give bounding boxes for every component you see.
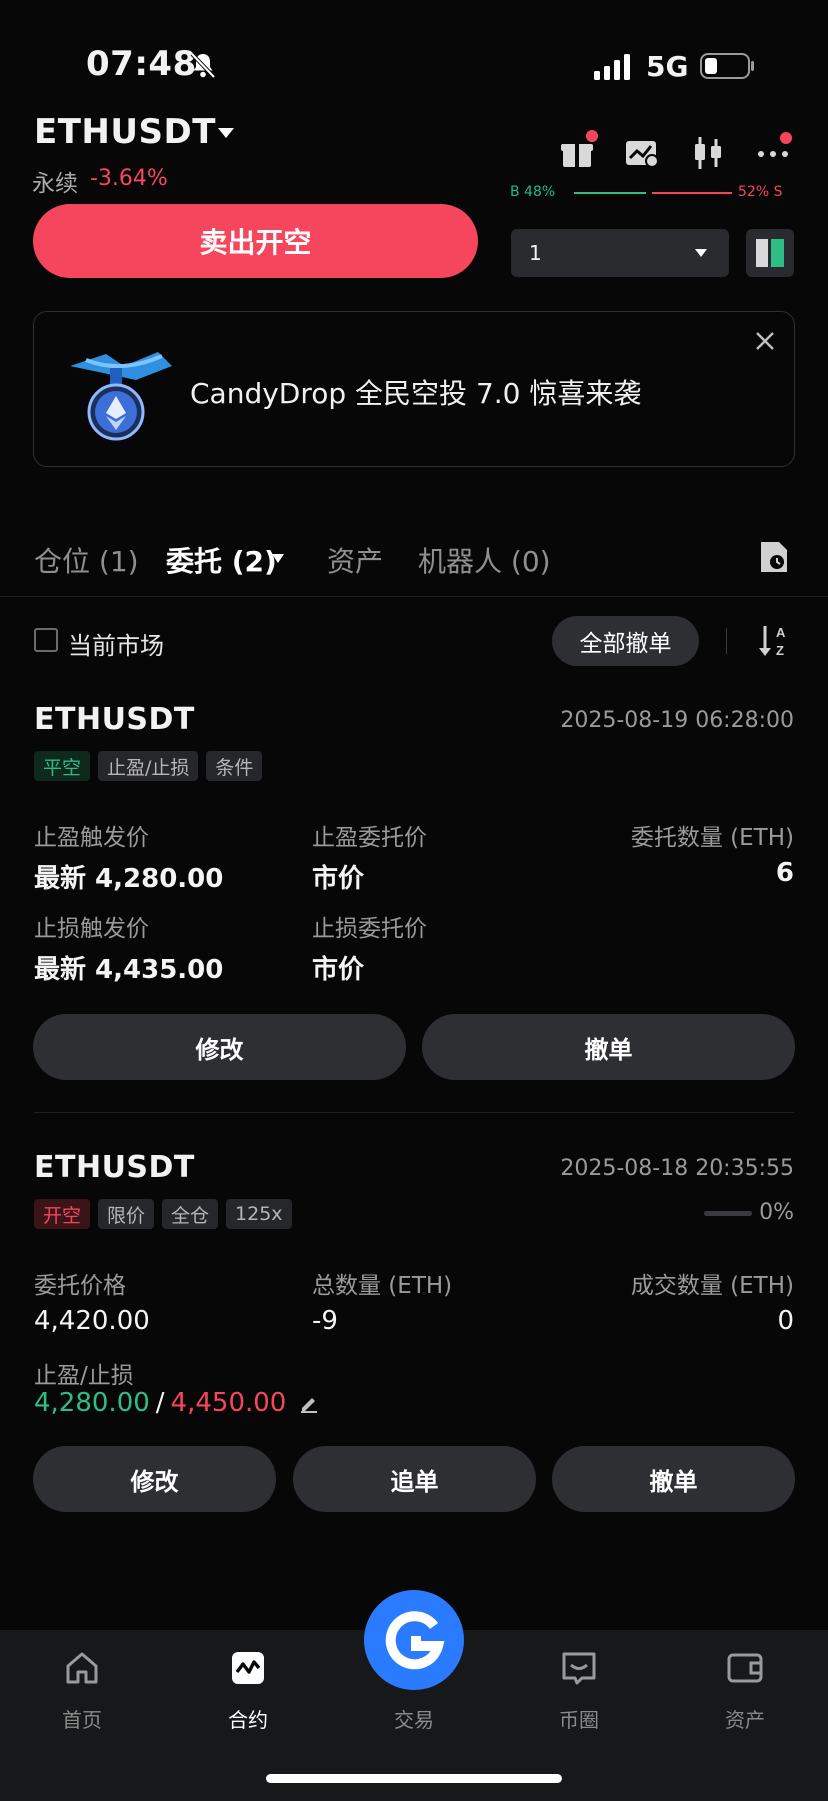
nav-home[interactable]: 首页 (22, 1648, 142, 1733)
modify-button[interactable]: 修改 (33, 1446, 276, 1512)
tpsl-separator: / (155, 1388, 165, 1418)
tag-close-short: 平空 (34, 751, 91, 781)
tag-leverage: 125x (226, 1199, 292, 1229)
sell-ratio-bar (652, 192, 732, 194)
tab-orders[interactable]: 委托 (2) (166, 540, 277, 580)
tp-trigger-label: 止盈触发价 (34, 825, 149, 851)
card-divider (34, 1112, 794, 1113)
nav-trade-spacer (394, 1648, 434, 1688)
qty-label: 委托数量 (ETH) (630, 825, 794, 851)
close-icon[interactable] (754, 330, 776, 352)
cancel-order-button[interactable]: 撤单 (552, 1446, 795, 1512)
sl-order-label: 止损委托价 (312, 916, 427, 942)
nav-assets-label: 资产 (725, 1708, 765, 1732)
status-time: 07:48 (86, 44, 197, 84)
quantity-value: 1 (529, 241, 542, 265)
tp-order-value: 市价 (312, 864, 365, 894)
filled-qty-label: 成交数量 (ETH) (630, 1273, 794, 1299)
signal-icon (594, 54, 630, 80)
price-label: 委托价格 (34, 1273, 126, 1299)
chevron-down-icon[interactable] (272, 554, 284, 563)
candydrop-eth-icon (66, 344, 176, 444)
tp-value: 4,280.00 (34, 1388, 150, 1418)
filled-qty-value: 0 (777, 1306, 794, 1336)
chase-order-button[interactable]: 追单 (293, 1446, 536, 1512)
order-time: 2025-08-19 06:28:00 (560, 708, 794, 733)
nav-trade-label: 交易 (394, 1708, 434, 1732)
svg-text:A: A (776, 625, 786, 640)
sort-az-icon[interactable]: A Z (756, 622, 792, 660)
more-icon[interactable] (755, 132, 793, 172)
tab-assets[interactable]: 资产 (327, 540, 383, 580)
svg-text:Z: Z (776, 643, 784, 658)
community-icon (562, 1652, 596, 1685)
total-qty-label: 总数量 (ETH) (312, 1273, 453, 1299)
contract-type: 永续 (32, 171, 78, 197)
tpsl-label: 止盈/止损 (34, 1363, 134, 1389)
buy-ratio-bar (574, 192, 646, 194)
price-change: -3.64% (90, 166, 168, 191)
battery-icon (700, 53, 754, 79)
tag-open-short: 开空 (34, 1199, 91, 1229)
sell-open-short-button[interactable]: 卖出开空 (33, 204, 478, 278)
chevron-down-icon[interactable] (216, 126, 236, 140)
sell-ratio: 52% S (738, 184, 783, 200)
tp-order-label: 止盈委托价 (312, 825, 427, 851)
order-tags: 开空 限价 全仓 125x (34, 1199, 292, 1229)
tabs-divider (0, 596, 828, 597)
tp-trigger-value: 最新 4,280.00 (34, 864, 224, 894)
fill-progress-bar (704, 1211, 752, 1216)
nav-trade[interactable]: 交易 (354, 1648, 474, 1733)
wallet-icon (727, 1653, 763, 1683)
modify-button[interactable]: 修改 (33, 1014, 406, 1080)
edit-icon[interactable] (298, 1392, 320, 1414)
divider (726, 628, 727, 654)
tag-conditional: 条件 (206, 751, 263, 781)
candlestick-icon[interactable] (689, 134, 727, 172)
gift-icon[interactable] (558, 130, 598, 172)
tab-bots[interactable]: 机器人 (0) (418, 540, 551, 580)
sl-trigger-label: 止损触发价 (34, 916, 149, 942)
layout-toggle-button[interactable] (746, 229, 794, 277)
price-value: 4,420.00 (34, 1306, 150, 1336)
order-symbol: ETHUSDT (34, 702, 195, 737)
buy-ratio: B 48% (510, 184, 556, 200)
tpsl-values: 4,280.00 / 4,450.00 (34, 1388, 320, 1418)
futures-icon (232, 1652, 264, 1684)
chevron-down-icon (695, 249, 707, 257)
cancel-order-button[interactable]: 撤单 (422, 1014, 795, 1080)
network-type: 5G (646, 50, 689, 83)
fill-progress-text: 0% (759, 1200, 794, 1225)
tag-tpsl: 止盈/止损 (98, 751, 199, 781)
nav-assets[interactable]: 资产 (685, 1648, 805, 1733)
sl-trigger-value: 最新 4,435.00 (34, 955, 224, 985)
nav-community-label: 币圈 (559, 1708, 599, 1732)
order-tags: 平空 止盈/止损 条件 (34, 751, 263, 781)
qty-value: 6 (775, 858, 794, 888)
home-indicator[interactable] (266, 1774, 562, 1783)
order-history-icon[interactable] (758, 540, 790, 574)
bell-muted-icon (190, 52, 216, 79)
tag-cross: 全仓 (162, 1199, 219, 1229)
order-symbol: ETHUSDT (34, 1150, 195, 1185)
contract-symbol[interactable]: ETHUSDT (34, 112, 216, 152)
tag-limit: 限价 (98, 1199, 155, 1229)
quantity-select[interactable]: 1 (511, 229, 729, 277)
nav-community[interactable]: 币圈 (519, 1648, 639, 1733)
tab-positions[interactable]: 仓位 (1) (34, 540, 139, 580)
nav-futures-label: 合约 (228, 1708, 268, 1732)
sl-value: 4,450.00 (170, 1388, 287, 1418)
order-time: 2025-08-18 20:35:55 (560, 1156, 794, 1181)
total-qty-value: -9 (312, 1306, 338, 1336)
current-market-checkbox[interactable] (34, 628, 58, 652)
nav-home-label: 首页 (62, 1708, 102, 1732)
chart-settings-icon[interactable] (623, 134, 661, 172)
cancel-all-button[interactable]: 全部撤单 (552, 616, 699, 666)
nav-futures[interactable]: 合约 (188, 1648, 308, 1733)
sl-order-value: 市价 (312, 955, 365, 985)
home-icon (66, 1652, 98, 1684)
current-market-label[interactable]: 当前市场 (68, 626, 164, 661)
banner-text: CandyDrop 全民空投 7.0 惊喜来袭 (190, 377, 642, 410)
